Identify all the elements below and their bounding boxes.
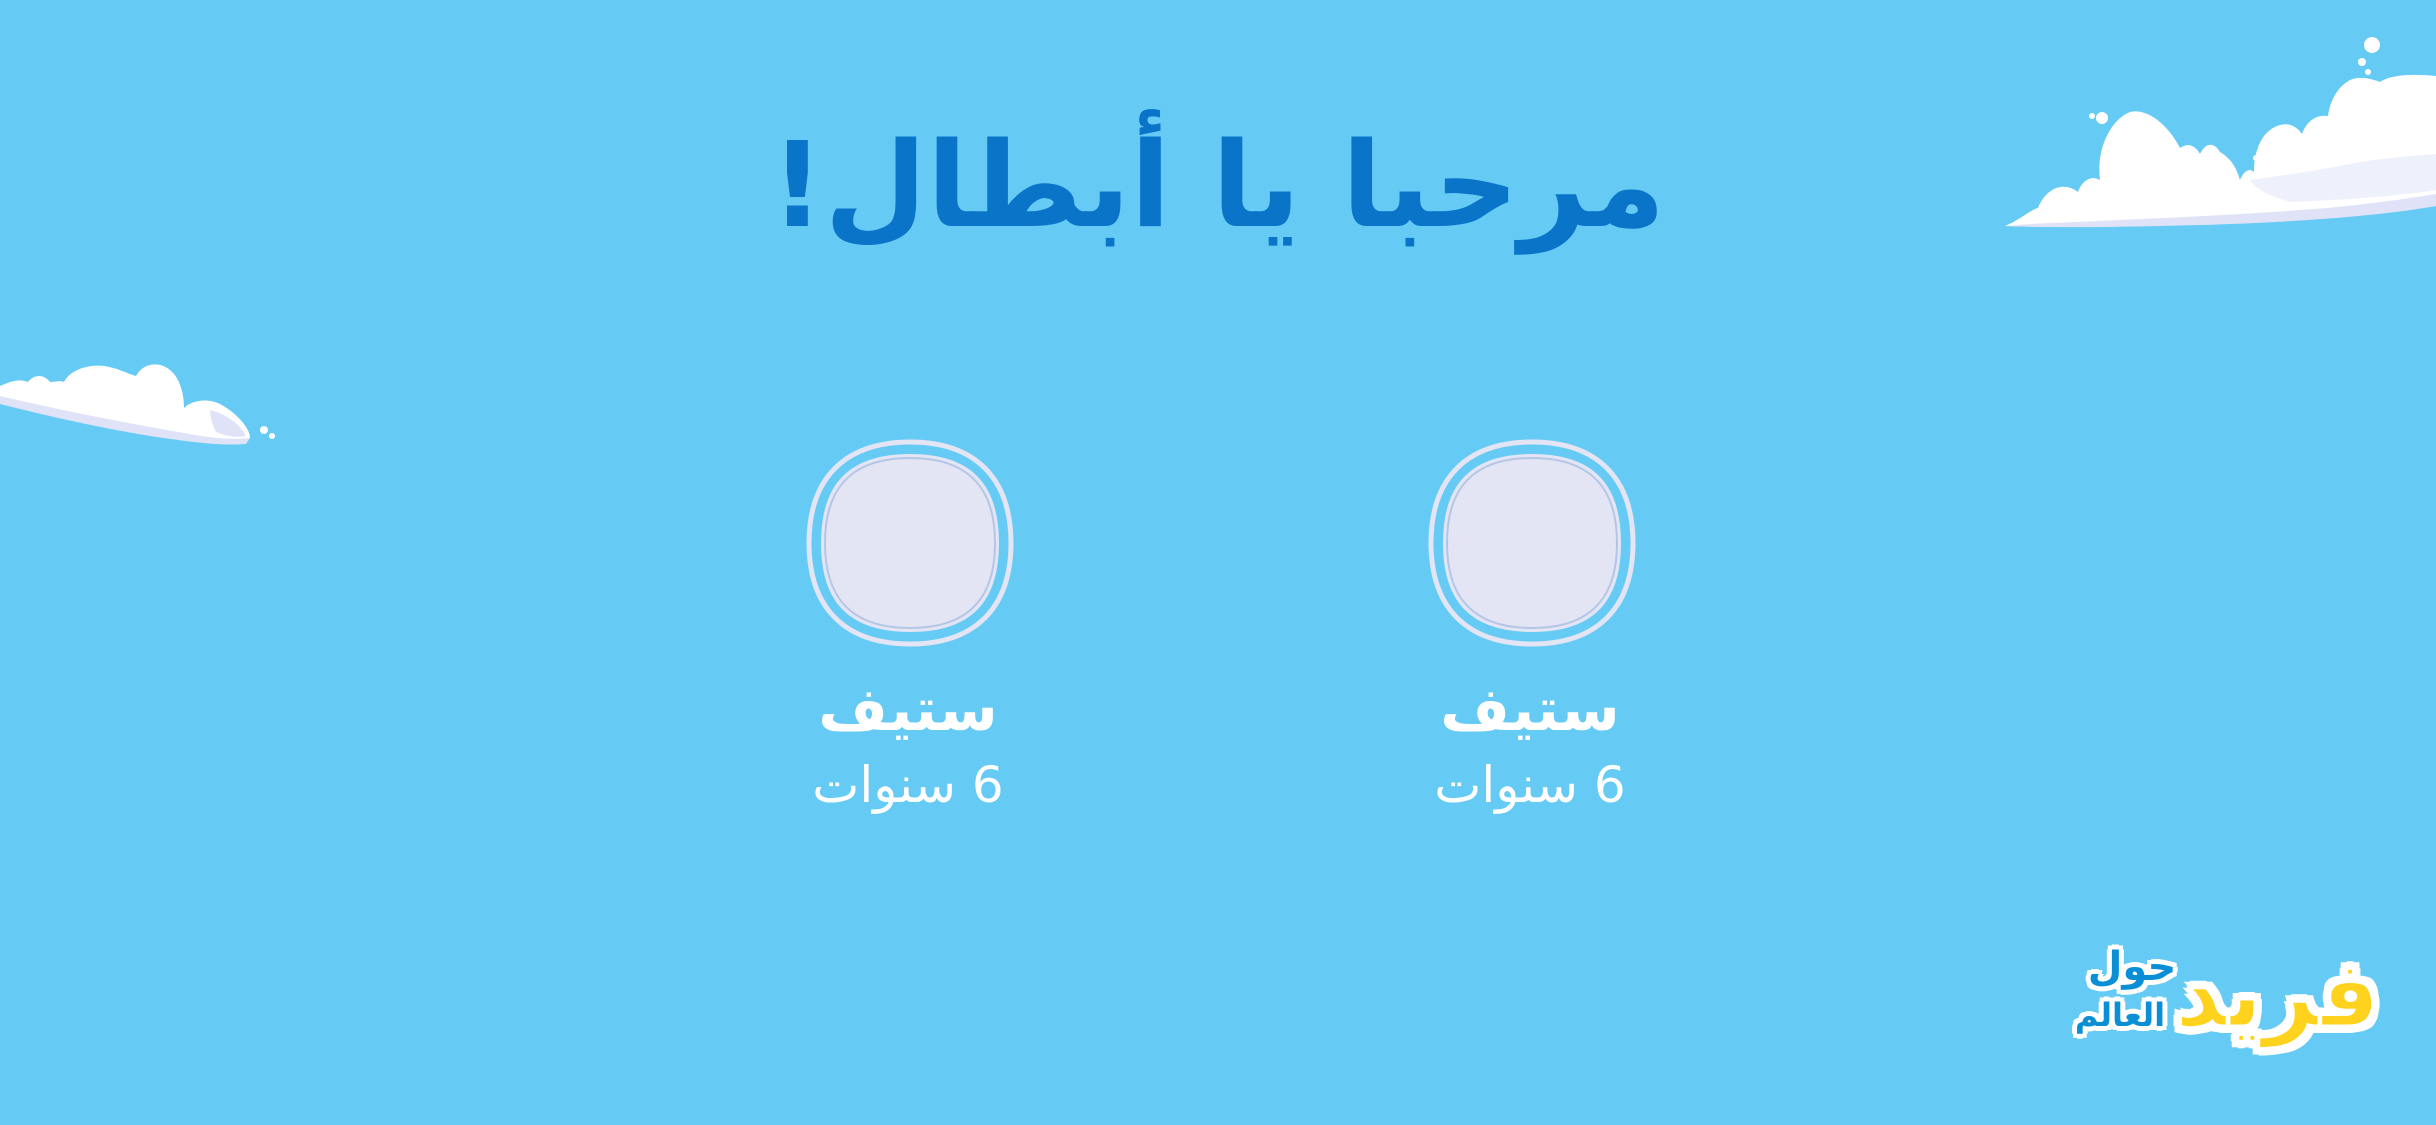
welcome-title: مرحبا يا أبطال! (770, 116, 1666, 254)
profile-card[interactable]: ستيف 6 سنوات (1400, 438, 1660, 818)
brand-logo-line2: العالم (2074, 996, 2166, 1034)
profile-name: ستيف (818, 675, 998, 745)
avatar[interactable] (1427, 438, 1637, 648)
avatar[interactable] (805, 438, 1015, 648)
brand-logo: فريد حول العالم (2060, 935, 2382, 1075)
profile-age: 6 سنوات (1434, 756, 1626, 814)
brand-logo-line1: حول (2087, 944, 2177, 990)
brand-logo-main: فريد (2173, 940, 2381, 1050)
avatar-placeholder-icon (806, 439, 1014, 647)
profile-card[interactable]: ستيف 6 سنوات (778, 438, 1038, 818)
profile-name: ستيف (1440, 675, 1620, 745)
avatar-placeholder-icon (1428, 439, 1636, 647)
profile-selection-screen: مرحبا يا أبطال! ستيف 6 سنوات ستيف 6 سنوا… (0, 0, 2436, 1125)
profile-age: 6 سنوات (812, 756, 1004, 814)
cloud-decoration-left (0, 364, 275, 445)
